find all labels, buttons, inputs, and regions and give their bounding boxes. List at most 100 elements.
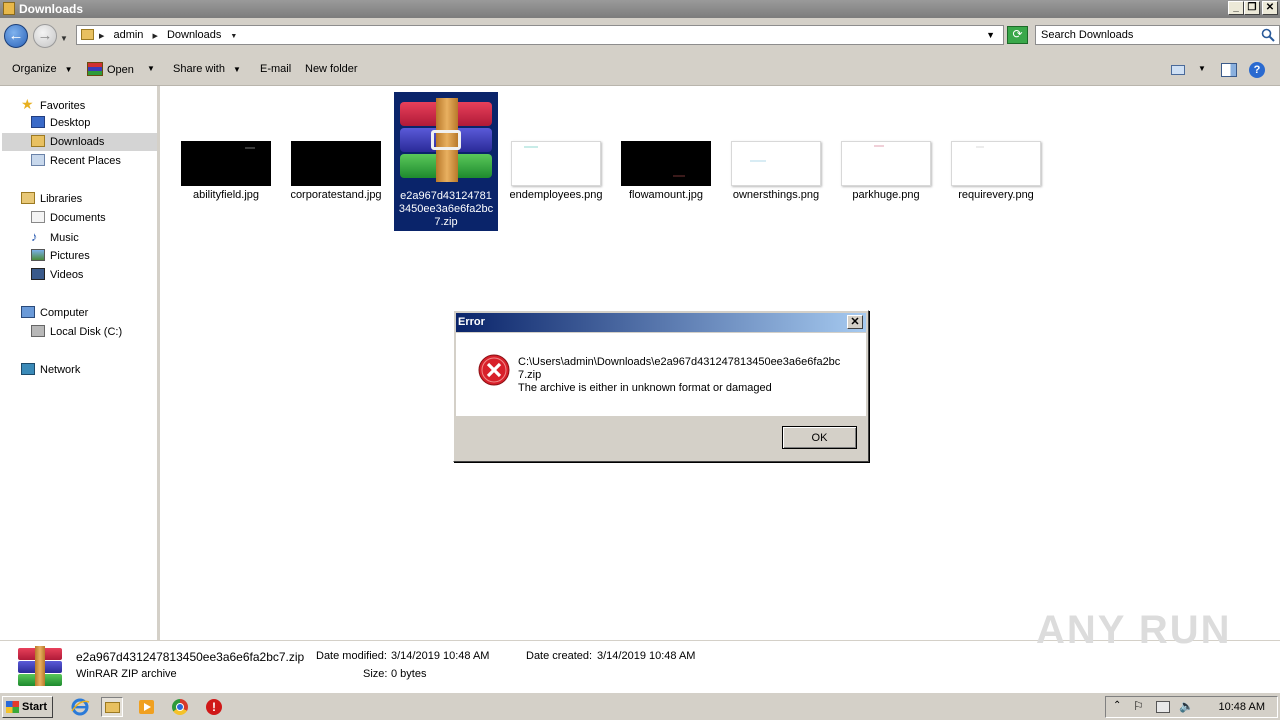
file-name: ownersthings.png [732,189,820,201]
error-message: The archive is either in unknown format … [518,382,772,394]
nav-music[interactable]: ♪ Music [31,228,79,246]
navigation-pane: ★ Favorites Desktop Downloads Recent Plac… [0,86,160,640]
nav-documents[interactable]: Documents [31,209,106,227]
internet-explorer-icon[interactable] [70,697,92,717]
file-name: endemployees.png [509,189,603,201]
file-name: parkhuge.png [852,189,920,201]
nav-recent-places-label: Recent Places [50,155,121,167]
archive-path: C:\Users\admin\Downloads\e2a967d43124781… [518,356,841,381]
share-with-button[interactable]: Share with ▼ [173,63,241,75]
network-icon [21,363,35,375]
winrar-archive-icon [18,646,62,686]
open-label: Open [107,64,134,76]
breadcrumb-separator-icon[interactable]: ▼ [230,33,237,40]
music-icon: ♪ [31,229,38,244]
address-dropdown-icon[interactable]: ▼ [986,30,995,40]
image-thumbnail [181,141,271,186]
help-icon[interactable]: ? [1249,62,1265,78]
nav-videos[interactable]: Videos [31,266,83,284]
nav-pictures[interactable]: Pictures [31,247,90,265]
forward-button[interactable]: → [33,24,57,48]
title-bar: Downloads _ ❐ ✕ [0,0,1280,18]
image-thumbnail [731,141,821,186]
dialog-title-bar: Error ✕ [456,313,866,332]
nav-local-disk-label: Local Disk (C:) [50,326,123,338]
file-name: requirevery.png [958,189,1034,201]
start-button[interactable]: Start [2,696,53,718]
taskbar: Start ! ⌃ ⚐ 🔈 10:48 AM [0,692,1280,720]
clock[interactable]: 10:48 AM [1219,701,1265,713]
show-hidden-icons-chevron-icon[interactable]: ⌃ [1113,700,1121,711]
nav-computer-label: Computer [40,307,89,319]
desktop-icon [31,116,45,128]
nav-libraries[interactable]: Libraries [21,190,82,208]
command-bar: Organize ▼ Open ▼ Share with ▼ E-mail New … [0,54,1280,86]
nav-favorites[interactable]: ★ Favorites [21,95,85,113]
action-center-flag-icon[interactable]: ⚐ [1133,699,1144,713]
error-dialog: Error ✕ C:\Users\admin\Downloads\e2a967d… [453,310,869,462]
nav-desktop-label: Desktop [50,117,91,129]
search-input[interactable] [1041,29,1241,41]
date-created-label: Date created: [526,650,593,662]
nav-network-label: Network [40,364,81,376]
nav-desktop[interactable]: Desktop [31,114,90,132]
refresh-button[interactable]: ⟳ [1007,26,1028,44]
windows-logo-icon [6,701,19,713]
date-modified-label: Date modified: [316,650,387,662]
open-options-icon[interactable]: ▼ [147,62,155,74]
back-button[interactable]: ← [4,24,28,48]
details-filename: e2a967d431247813450ee3a6e6fa2bc7.zip [76,650,305,664]
folder-icon [105,702,120,713]
ok-button[interactable]: OK [782,426,857,449]
email-button[interactable]: E-mail [260,63,291,75]
local-disk-icon [31,325,45,337]
media-player-icon[interactable] [137,697,159,717]
dialog-close-button[interactable]: ✕ [847,315,863,329]
close-button[interactable]: ✕ [1262,1,1278,15]
nav-recent-places[interactable]: Recent Places [31,152,121,170]
pictures-icon [31,249,45,261]
image-thumbnail [841,141,931,186]
volume-icon[interactable]: 🔈 [1179,699,1194,713]
minimize-button[interactable]: _ [1228,1,1244,15]
restore-button[interactable]: ❐ [1244,1,1260,15]
preview-pane-icon[interactable] [1221,63,1237,77]
image-thumbnail [511,141,601,186]
view-options-icon[interactable]: ▼ [1198,64,1206,73]
stop-icon[interactable]: ! [204,697,226,717]
organize-button[interactable]: Organize ▼ [12,63,73,75]
network-tray-icon[interactable] [1156,701,1170,713]
file-item-selected[interactable]: e2a967d431247813450ee3a6e6fa2bc7.zip [394,92,498,231]
search-icon[interactable] [1261,28,1275,42]
explorer-taskbar-button[interactable] [101,697,123,717]
nav-local-disk[interactable]: Local Disk (C:) [31,323,122,341]
file-name: corporatestand.jpg [290,189,382,201]
folder-icon [81,29,94,40]
winrar-archive-icon [400,98,492,182]
details-type: WinRAR ZIP archive [76,668,177,680]
new-folder-button[interactable]: New folder [305,63,358,75]
recent-pages-chevron-icon[interactable]: ▼ [60,34,68,43]
star-icon: ★ [21,96,34,112]
nav-network[interactable]: Network [21,361,80,379]
breadcrumb-admin[interactable]: admin [113,29,143,41]
breadcrumb-separator-icon[interactable]: ▶ [99,33,104,40]
size-label: Size: [363,668,388,680]
chevron-down-icon: ▼ [232,65,241,74]
address-field[interactable]: ▶ admin ▶ Downloads ▼ ▼ [76,25,1004,45]
breadcrumb-downloads[interactable]: Downloads [167,29,221,41]
nav-downloads[interactable]: Downloads [31,133,104,151]
winrar-icon [87,62,103,76]
error-icon [478,354,510,386]
change-view-icon[interactable] [1171,65,1185,75]
search-box [1035,25,1280,45]
date-modified-value: 3/14/2019 10:48 AM [391,650,490,662]
downloads-folder-icon [31,135,45,147]
breadcrumb-separator-icon[interactable]: ▶ [152,33,157,40]
file-name: e2a967d431247813450ee3a6e6fa2bc7.zip [398,190,494,228]
open-button[interactable]: Open [87,62,134,76]
nav-computer[interactable]: Computer [21,304,88,322]
nav-downloads-label: Downloads [50,136,105,148]
window-title: Downloads [19,2,84,16]
chrome-icon[interactable] [170,697,192,717]
